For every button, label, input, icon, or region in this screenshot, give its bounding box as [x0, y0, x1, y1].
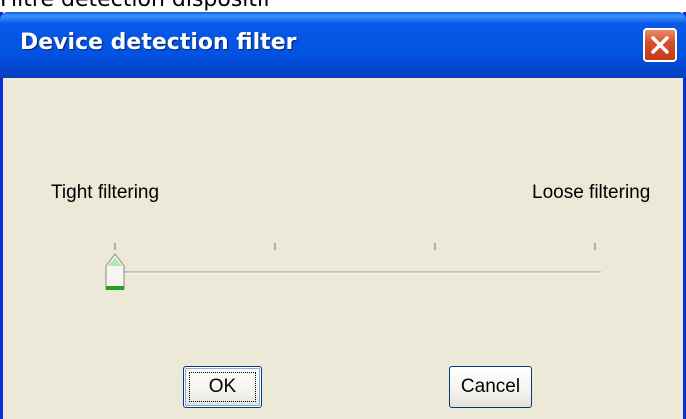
cancel-button[interactable]: Cancel [449, 366, 532, 408]
ok-button[interactable]: OK [183, 366, 262, 408]
filter-slider[interactable] [93, 234, 623, 304]
screen: Filtre détection dispositif Device detec… [0, 0, 686, 419]
close-x-icon [651, 36, 669, 54]
title-bar[interactable]: Device detection filter [0, 12, 686, 78]
window-title: Device detection filter [20, 30, 297, 55]
slider-thumb-icon[interactable] [105, 253, 125, 290]
cancel-button-label: Cancel [460, 376, 521, 397]
loose-filtering-label: Loose filtering [532, 182, 651, 203]
tight-filtering-label: Tight filtering [51, 182, 160, 203]
page-caption: Filtre détection dispositif [0, 0, 271, 12]
slider-ticks [114, 243, 596, 250]
dialog-window: Device detection filter Tight filtering … [0, 12, 686, 419]
ok-button-label: OK [208, 376, 237, 397]
close-button[interactable] [643, 28, 677, 62]
